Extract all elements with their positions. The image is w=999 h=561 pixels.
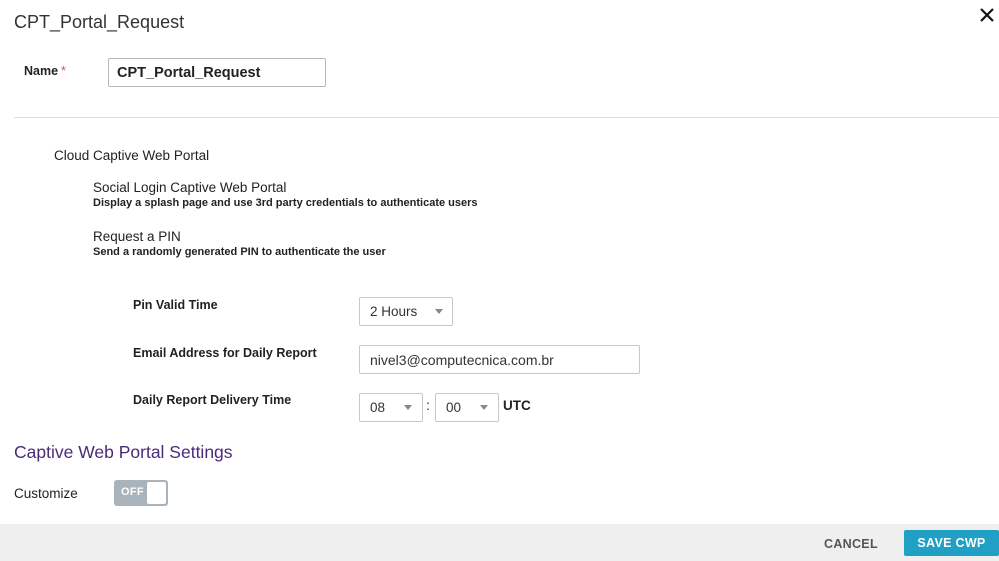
pin-valid-time-select[interactable]: 2 Hours: [359, 297, 453, 326]
name-input[interactable]: [108, 58, 326, 87]
customize-toggle[interactable]: OFF: [114, 480, 168, 506]
dialog-footer: CANCEL SAVE CWP: [0, 524, 999, 561]
option-request-pin-description: Send a randomly generated PIN to authent…: [93, 246, 386, 258]
divider: [14, 117, 999, 118]
delivery-minute-select[interactable]: 00: [435, 393, 499, 422]
chevron-down-icon: [404, 405, 412, 410]
customize-label: Customize: [14, 486, 78, 501]
pin-valid-time-label: Pin Valid Time: [133, 298, 218, 312]
close-icon: [980, 8, 994, 22]
timezone-label: UTC: [503, 398, 531, 413]
chevron-down-icon: [435, 309, 443, 314]
delivery-minute-value: 00: [446, 400, 462, 415]
chevron-down-icon: [480, 405, 488, 410]
delivery-hour-select[interactable]: 08: [359, 393, 423, 422]
cwp-settings-title: Captive Web Portal Settings: [14, 442, 233, 462]
close-button[interactable]: [978, 6, 996, 24]
option-request-pin[interactable]: Request a PIN: [93, 229, 181, 244]
pin-valid-time-value: 2 Hours: [370, 304, 418, 319]
name-label: Name *: [24, 64, 66, 78]
email-field[interactable]: [359, 345, 640, 374]
delivery-time-label: Daily Report Delivery Time: [133, 393, 292, 407]
email-label: Email Address for Daily Report: [133, 346, 317, 360]
required-star: *: [61, 64, 66, 78]
cloud-cwp-title: Cloud Captive Web Portal: [54, 148, 210, 163]
save-cwp-button[interactable]: SAVE CWP: [904, 530, 999, 556]
name-label-text: Name: [24, 64, 59, 78]
dialog-title: CPT_Portal_Request: [14, 12, 185, 32]
toggle-state: OFF: [121, 486, 144, 498]
delivery-hour-value: 08: [370, 400, 386, 415]
cancel-button[interactable]: CANCEL: [810, 533, 892, 555]
time-separator: :: [426, 397, 430, 413]
option-social-login-description: Display a splash page and use 3rd party …: [93, 197, 478, 209]
toggle-knob: [147, 482, 166, 504]
option-social-login[interactable]: Social Login Captive Web Portal: [93, 180, 286, 195]
